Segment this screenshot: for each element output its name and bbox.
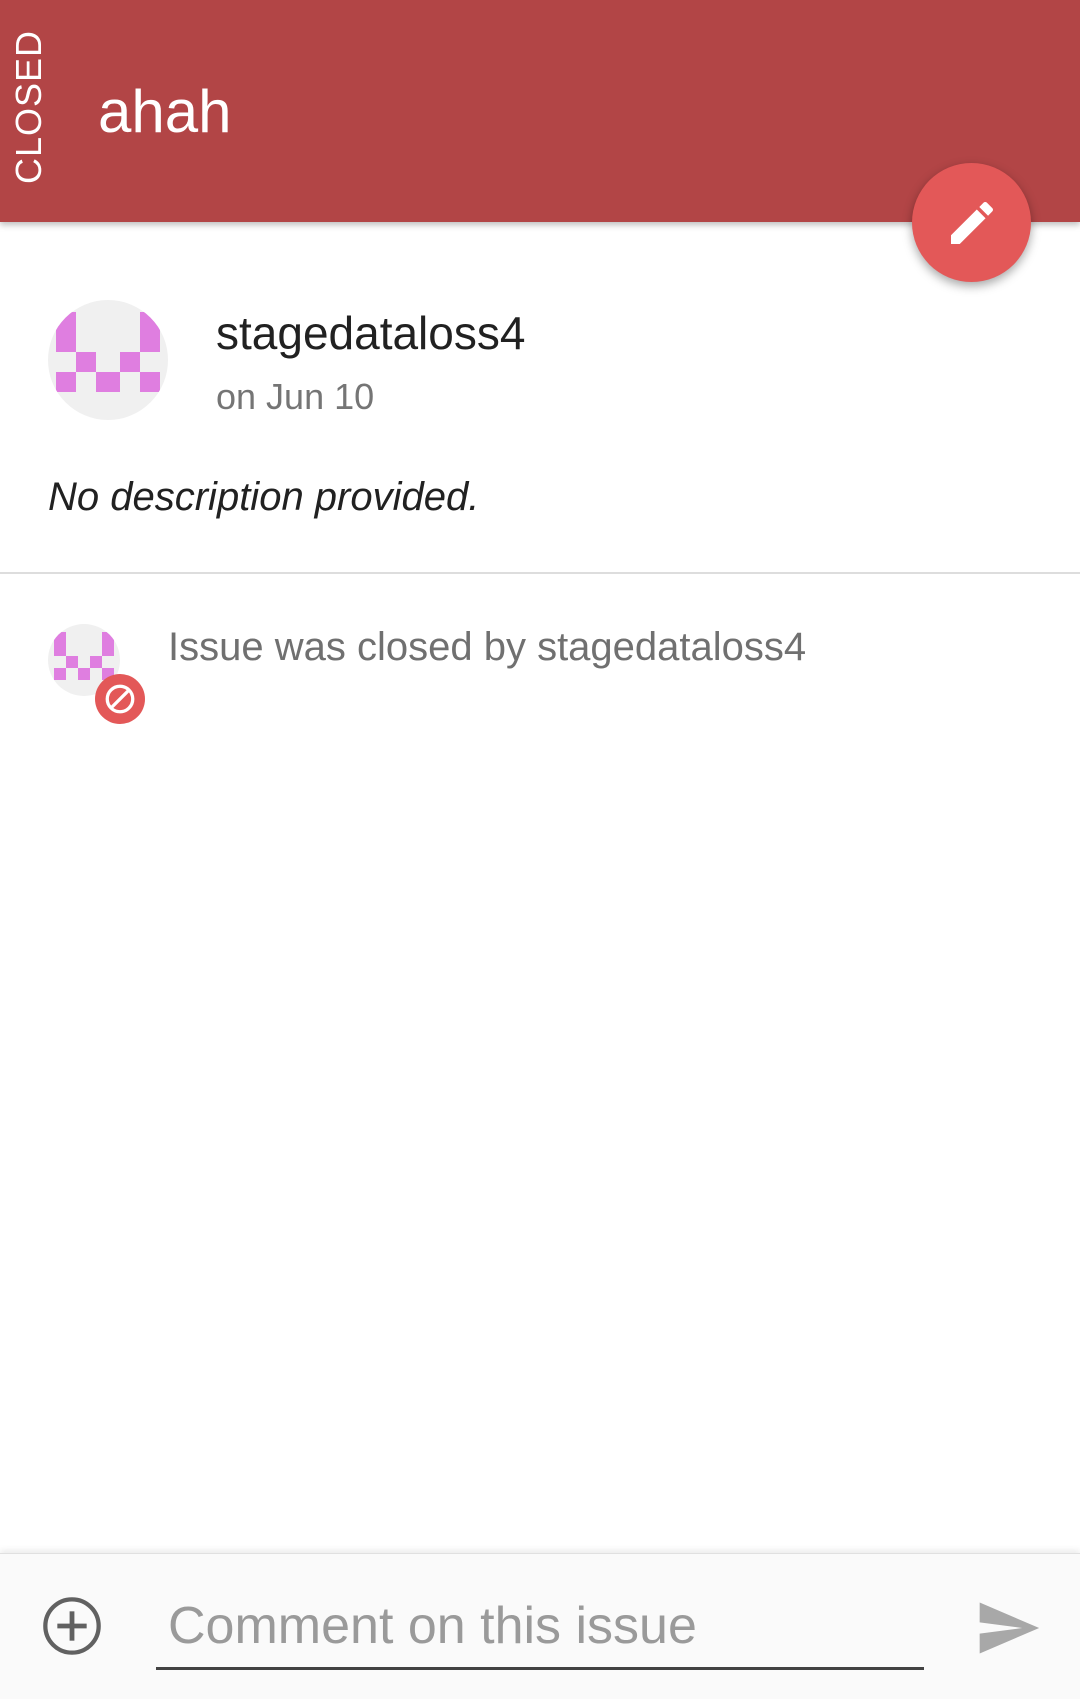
attach-button[interactable]: [40, 1594, 104, 1658]
issue-state-label: CLOSED: [8, 29, 49, 185]
issue-title: ahah: [98, 78, 232, 145]
comment-bar: [0, 1553, 1080, 1699]
timeline-event: Issue was closed by stagedataloss4: [0, 574, 1080, 734]
issue-description: No description provided.: [48, 475, 480, 519]
event-text: Issue was closed by stagedataloss4: [168, 625, 807, 669]
app-bar: CLOSED ahah: [0, 0, 1080, 222]
issue-screen: CLOSED ahah stagedataloss4 on Jun 10 No …: [0, 0, 1080, 1699]
closed-circle-icon: [105, 684, 135, 714]
closed-badge: [95, 674, 145, 724]
send-button[interactable]: [972, 1592, 1044, 1664]
comment-input[interactable]: [156, 1584, 924, 1670]
issue-date: on Jun 10: [216, 376, 375, 417]
pencil-icon: [950, 201, 993, 244]
author-name[interactable]: stagedataloss4: [216, 305, 525, 361]
edit-issue-button[interactable]: [912, 163, 1031, 282]
author-avatar[interactable]: [48, 300, 168, 420]
issue-header: stagedataloss4 on Jun 10 No description …: [0, 222, 1080, 572]
send-icon: [979, 1602, 1040, 1654]
add-circle-icon: [43, 1597, 101, 1655]
